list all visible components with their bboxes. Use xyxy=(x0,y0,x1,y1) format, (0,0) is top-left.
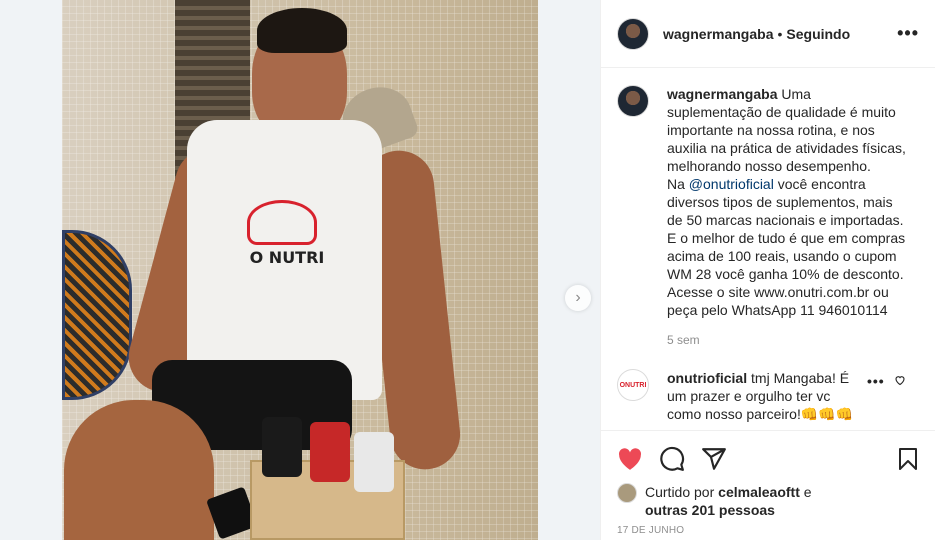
action-icons xyxy=(617,439,920,479)
header-username[interactable]: wagnermangaba xyxy=(663,26,773,42)
liked-by-user[interactable]: celmaleaoftt xyxy=(718,484,800,500)
tank-top: O NUTRI xyxy=(187,120,382,400)
bookmark-icon[interactable] xyxy=(896,446,920,472)
commenter-avatar[interactable]: ONUTRI xyxy=(617,369,649,401)
separator-dot: • xyxy=(777,25,783,42)
supplement-box xyxy=(250,417,405,540)
post-media[interactable]: O NUTRI › xyxy=(0,0,600,540)
caption-paragraph-2a: Na xyxy=(667,176,689,192)
supplement-tub xyxy=(310,422,350,482)
post-date[interactable]: 17 DE JUNHO xyxy=(617,525,920,536)
avatar[interactable] xyxy=(617,17,649,50)
caption-paragraph-4: Acesse o site www.onutri.com.br ou peça … xyxy=(667,284,889,318)
muscle-logo-icon xyxy=(247,200,317,245)
liked-by-and: e xyxy=(799,484,812,500)
shirt-logo-text: O NUTRI xyxy=(249,248,325,267)
hair xyxy=(257,8,347,53)
following-button[interactable]: Seguindo xyxy=(786,26,850,42)
comment-heart-icon[interactable] xyxy=(894,373,906,391)
supplement-tub xyxy=(354,432,394,492)
supplement-tub xyxy=(262,417,302,477)
next-image-button[interactable]: › xyxy=(565,285,591,311)
post-photo[interactable]: O NUTRI xyxy=(62,0,538,540)
post-header: wagnermangaba • Seguindo ••• xyxy=(601,0,935,68)
comment-icon[interactable] xyxy=(659,446,685,472)
more-horizontal-icon[interactable]: ••• xyxy=(897,23,919,44)
mention-link[interactable]: @onutrioficial xyxy=(689,176,774,192)
comments-section[interactable]: wagnermangaba Uma suplementação de quali… xyxy=(601,69,935,429)
caption-timestamp[interactable]: 5 sem xyxy=(667,333,907,347)
liked-by-prefix: Curtido por xyxy=(645,484,719,500)
caption-paragraph-3: E o melhor de tudo é que em compras acim… xyxy=(667,230,906,282)
comment-more-icon[interactable]: ••• xyxy=(867,373,885,389)
liker-avatar[interactable] xyxy=(617,483,637,503)
caption-text: wagnermangaba Uma suplementação de quali… xyxy=(667,85,907,319)
caption: wagnermangaba Uma suplementação de quali… xyxy=(617,85,920,347)
caption-avatar[interactable] xyxy=(617,85,649,117)
chevron-right-icon: › xyxy=(575,289,581,306)
post-actions: Curtido por celmaleaoftt e outras 201 pe… xyxy=(601,430,935,540)
comment-text: onutrioficial tmj Mangaba! É um prazer e… xyxy=(667,369,867,423)
share-icon[interactable] xyxy=(701,446,727,472)
heart-filled-icon[interactable] xyxy=(617,447,643,471)
post-sidebar: wagnermangaba • Seguindo ••• wagnermanga… xyxy=(600,0,935,540)
commenter-avatar-text: ONUTRI xyxy=(619,381,647,389)
leg xyxy=(64,400,214,540)
likes-others-button[interactable]: outras 201 pessoas xyxy=(645,502,775,518)
comment-item: ONUTRI onutrioficial tmj Mangaba! É um p… xyxy=(617,369,920,423)
caption-username[interactable]: wagnermangaba xyxy=(667,86,777,102)
comment-username[interactable]: onutrioficial xyxy=(667,370,747,386)
likes-summary: Curtido por celmaleaoftt e outras 201 pe… xyxy=(617,483,920,519)
